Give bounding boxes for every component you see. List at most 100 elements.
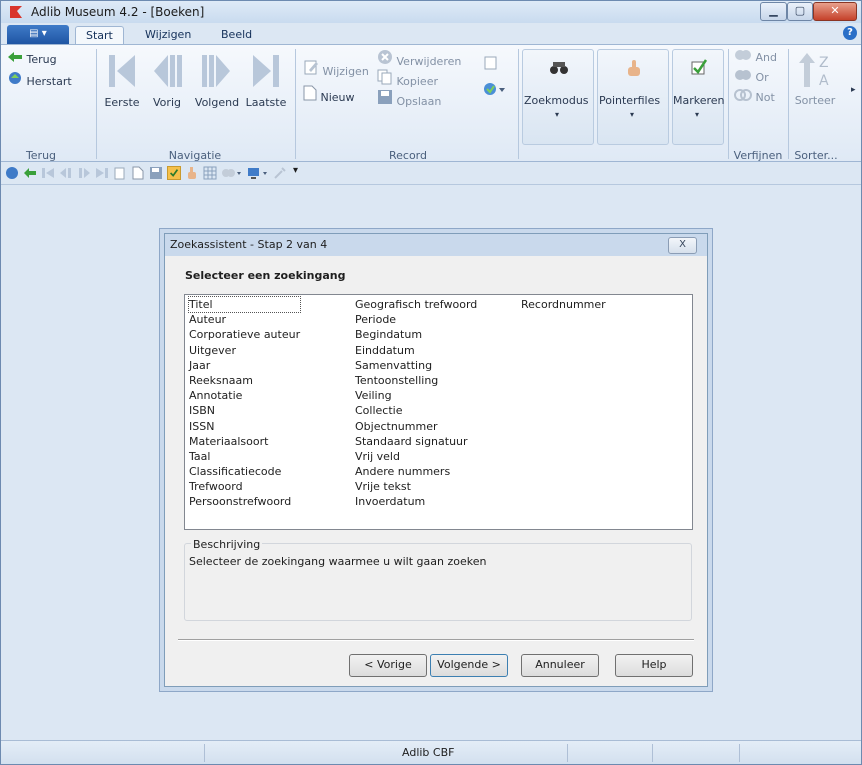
pointer-hand-icon[interactable] [185, 166, 199, 180]
help-button[interactable]: Help [615, 654, 693, 677]
list-item[interactable]: Reeksnaam [189, 373, 300, 388]
help-icon[interactable]: ? [843, 26, 857, 40]
restart-icon[interactable] [5, 166, 19, 180]
arrow-left-icon [8, 52, 22, 62]
markeren-dropdown[interactable]: Markeren ▾ [672, 49, 725, 145]
list-item[interactable]: ISSN [189, 419, 300, 434]
venn-dropdown-icon[interactable] [221, 166, 243, 180]
list-item[interactable]: Persoonstrefwoord [189, 494, 300, 509]
mark-checkbox-icon[interactable] [167, 166, 181, 180]
grid-view-icon[interactable] [203, 166, 217, 180]
first-button[interactable]: Eerste [102, 49, 142, 109]
and-button[interactable]: And [734, 49, 777, 64]
list-item[interactable]: Tentoonstelling [355, 373, 477, 388]
next-button[interactable]: Volgend [193, 49, 241, 109]
next-step-button[interactable]: Volgende > [430, 654, 508, 677]
save-button[interactable]: Opslaan [377, 89, 441, 108]
list-item[interactable]: Vrije tekst [355, 479, 477, 494]
save-label: Opslaan [396, 95, 442, 108]
list-item[interactable]: Geografisch trefwoord [355, 297, 477, 312]
list-item[interactable]: Jaar [189, 358, 300, 373]
last-record-icon[interactable] [95, 166, 109, 180]
not-button[interactable]: Not [734, 89, 775, 104]
list-item[interactable]: Periode [355, 312, 477, 327]
copy-button[interactable]: Kopieer [377, 69, 438, 88]
list-item[interactable]: Uitgever [189, 343, 300, 358]
list-item[interactable]: Invoerdatum [355, 494, 477, 509]
list-item[interactable]: Einddatum [355, 343, 477, 358]
close-window-button[interactable]: ✕ [813, 2, 857, 21]
ribbon-divider [788, 49, 789, 159]
customize-toolbar-icon[interactable]: ▾ [293, 165, 307, 179]
new-button[interactable]: Nieuw [303, 85, 355, 104]
save-icon[interactable] [149, 166, 163, 180]
last-button[interactable]: Laatste [244, 49, 288, 109]
minimize-button[interactable]: ▁ [760, 2, 787, 21]
list-item[interactable]: Corporatieve auteur [189, 327, 300, 342]
search-wizard-dialog: Zoekassistent - Stap 2 van 4 X Selecteer… [164, 233, 708, 687]
restart-button[interactable]: Herstart [7, 71, 72, 88]
list-item[interactable]: Samenvatting [355, 358, 477, 373]
list-item[interactable]: Auteur [189, 312, 300, 327]
list-item[interactable]: Trefwoord [189, 479, 300, 494]
ribbon-divider [295, 49, 296, 159]
next-record-icon[interactable] [77, 166, 91, 180]
list-item[interactable]: Titel [187, 295, 302, 314]
list-item[interactable]: Taal [189, 449, 300, 464]
maximize-button[interactable]: ▢ [787, 2, 813, 21]
record-options-button[interactable] [483, 81, 507, 100]
list-item[interactable]: Annotatie [189, 388, 300, 403]
new-document-icon [303, 85, 317, 101]
delete-button[interactable]: Verwijderen [377, 49, 461, 68]
ribbon-scroll-right-icon[interactable]: ▸ [851, 85, 856, 95]
arrow-left-icon[interactable] [23, 166, 37, 180]
previous-record-icon[interactable] [59, 166, 73, 180]
pointer-file-button[interactable] [483, 55, 499, 74]
or-button[interactable]: Or [734, 69, 769, 84]
edit-icon[interactable] [113, 166, 127, 180]
back-button[interactable]: Terug [7, 51, 57, 66]
list-item[interactable]: Vrij veld [355, 449, 477, 464]
previous-button[interactable]: < Vorige [349, 654, 427, 677]
dialog-close-button[interactable]: X [668, 237, 697, 254]
list-item[interactable]: ISBN [189, 403, 300, 418]
next-record-icon [202, 55, 230, 87]
svg-text:Z: Z [819, 55, 829, 71]
edit-button[interactable]: Wijzigen [303, 59, 369, 78]
status-text: Adlib CBF [402, 746, 455, 759]
tab-start[interactable]: Start [75, 26, 124, 45]
list-item[interactable]: Classificatiecode [189, 464, 300, 479]
venn-not-icon [734, 89, 752, 101]
pointerfiles-dropdown[interactable]: Pointerfiles ▾ [597, 49, 669, 145]
new-document-icon[interactable] [131, 166, 145, 180]
first-record-icon [109, 55, 135, 87]
prev-label: Vorig [153, 96, 181, 109]
list-item[interactable]: Recordnummer [521, 297, 606, 312]
tab-wijzigen[interactable]: Wijzigen [135, 26, 201, 45]
first-label: Eerste [104, 96, 140, 109]
list-item[interactable]: Collectie [355, 403, 477, 418]
list-item[interactable]: Materiaalsoort [189, 434, 300, 449]
description-text: Selecteer de zoekingang waarmee u wilt g… [189, 555, 487, 568]
cancel-button[interactable]: Annuleer [521, 654, 599, 677]
list-item[interactable]: Veiling [355, 388, 477, 403]
binoculars-icon [550, 62, 568, 74]
search-key-listbox[interactable]: Titel Auteur Corporatieve auteur Uitgeve… [184, 294, 693, 530]
prev-button[interactable]: Vorig [147, 49, 187, 109]
monitor-dropdown-icon[interactable] [247, 166, 269, 180]
edit-label: Wijzigen [322, 65, 369, 78]
pointerfiles-label: Pointerfiles [599, 94, 661, 107]
tools-icon[interactable] [273, 166, 287, 180]
app-menu-button[interactable]: ▤ ▾ [7, 25, 69, 44]
tab-beeld[interactable]: Beeld [211, 26, 262, 45]
save-icon [378, 90, 392, 104]
list-item[interactable]: Andere nummers [355, 464, 477, 479]
list-item[interactable]: Standaard signatuur [355, 434, 477, 449]
list-item[interactable]: Begindatum [355, 327, 477, 342]
searchmode-dropdown[interactable]: Zoekmodus ▾ [522, 49, 594, 145]
sort-button[interactable]: ZA Sorteer [791, 49, 839, 107]
window-title: Adlib Museum 4.2 - [Boeken] [31, 5, 205, 19]
previous-button-label: < Vorige [364, 658, 412, 671]
first-record-icon[interactable] [41, 166, 55, 180]
list-item[interactable]: Objectnummer [355, 419, 477, 434]
